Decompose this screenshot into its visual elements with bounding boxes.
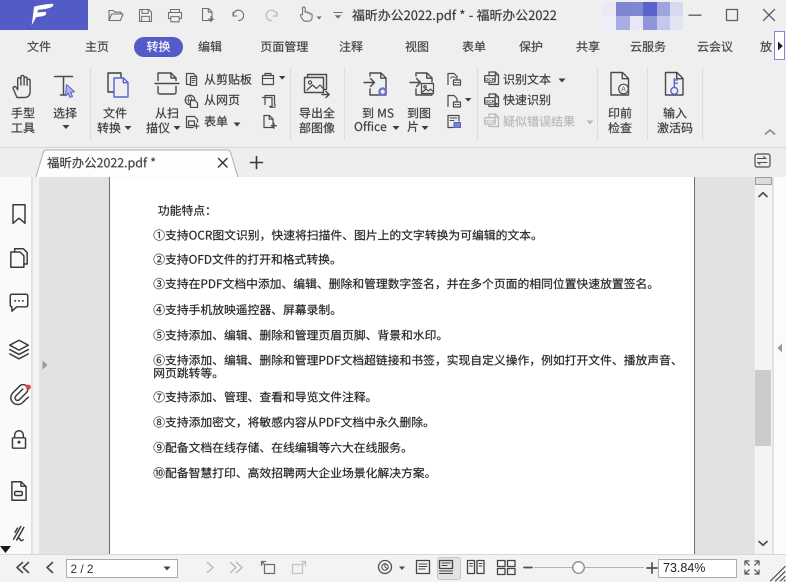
svg-text:OCR: OCR bbox=[485, 119, 496, 125]
svg-text:OCR: OCR bbox=[485, 98, 496, 104]
svg-text:OCR: OCR bbox=[485, 77, 496, 83]
svg-text:A: A bbox=[621, 86, 626, 93]
